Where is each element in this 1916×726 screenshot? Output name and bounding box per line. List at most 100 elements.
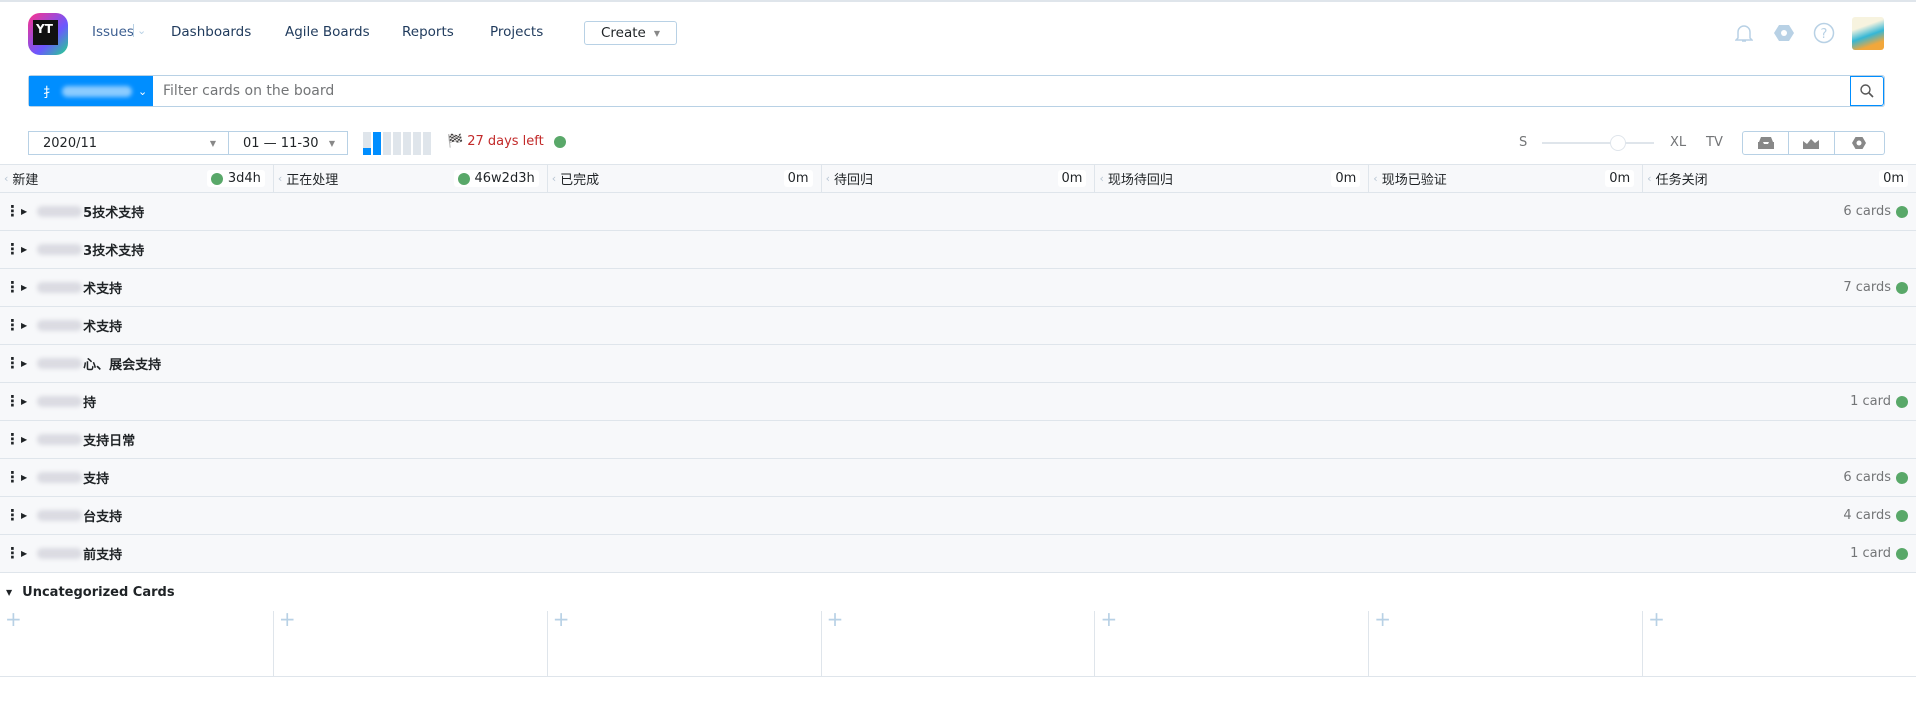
tv-mode-button[interactable]: TV	[1706, 135, 1723, 150]
drag-handle-icon[interactable]: ⋮	[5, 470, 20, 485]
expand-triangle-icon[interactable]: ▶	[21, 359, 27, 368]
size-small-label[interactable]: S	[1519, 135, 1527, 150]
caret-down-icon: ▼	[209, 138, 216, 148]
drag-handle-icon[interactable]: ⋮	[5, 432, 20, 447]
expand-triangle-icon[interactable]: ▶	[21, 549, 27, 558]
nav-reports[interactable]: Reports	[402, 24, 454, 40]
drag-handle-icon[interactable]: ⋮	[5, 394, 20, 409]
sprint-day-bar	[413, 132, 421, 155]
flag-icon: 🏁	[447, 134, 464, 149]
add-card-cell[interactable]: +	[1094, 609, 1368, 676]
expand-triangle-icon[interactable]: ▶	[21, 207, 27, 216]
card-count: 6 cards	[1843, 204, 1908, 219]
drag-handle-icon[interactable]: ⋮	[5, 508, 20, 523]
add-card-icon[interactable]: +	[279, 607, 296, 631]
swimlane-row[interactable]: ⋮ ▶ 支持日常	[0, 421, 1916, 459]
swimlane-label: 支持日常	[83, 434, 136, 449]
sprint-select[interactable]: 2020/11 ▼	[28, 131, 229, 155]
nav-issues[interactable]: Issues	[92, 24, 134, 40]
add-card-cell[interactable]: +	[546, 609, 821, 676]
collapse-column-icon[interactable]: ‹	[278, 172, 282, 185]
logo[interactable]: YT	[28, 13, 68, 55]
swimlane-row[interactable]: ⋮ ▶ 台支持 4 cards	[0, 497, 1916, 535]
uncategorized-section: ▼ Uncategorized Cards + + + + + + +	[0, 573, 1916, 677]
uncategorized-header[interactable]: ▼ Uncategorized Cards	[0, 573, 1916, 611]
swimlane-row[interactable]: ⋮ ▶ 支持 6 cards	[0, 459, 1916, 497]
column-header[interactable]: ‹ 现场待回归 0m	[1094, 165, 1368, 192]
column-header[interactable]: ‹ 正在处理 46w2d3h	[272, 165, 547, 192]
swimlane-title: 5技术支持	[37, 202, 144, 221]
add-card-icon[interactable]: +	[1374, 607, 1391, 631]
sprint-range-select[interactable]: 01 — 11-30 ▼	[228, 131, 348, 155]
chart-button[interactable]	[1788, 131, 1835, 155]
expand-triangle-icon[interactable]: ▶	[21, 511, 27, 520]
swimlane-row[interactable]: ⋮ ▶ 持 1 card	[0, 383, 1916, 421]
settings-icon[interactable]	[1771, 20, 1797, 46]
help-icon[interactable]: ?	[1811, 20, 1837, 46]
project-selector[interactable]: 扌 ⌄	[29, 76, 153, 106]
column-header[interactable]: ‹ 待回归 0m	[820, 165, 1095, 192]
column-header[interactable]: ‹ 现场已验证 0m	[1368, 165, 1642, 192]
drag-handle-icon[interactable]: ⋮	[5, 280, 20, 295]
swimlane-row[interactable]: ⋮ ▶ 3技术支持	[0, 231, 1916, 269]
board-settings-button[interactable]	[1834, 131, 1885, 155]
collapse-column-icon[interactable]: ‹	[552, 172, 556, 185]
drag-handle-icon[interactable]: ⋮	[5, 242, 20, 257]
add-card-icon[interactable]: +	[827, 607, 844, 631]
column-time-value: 0m	[787, 171, 809, 186]
add-card-icon[interactable]: +	[1100, 607, 1117, 631]
issues-dropdown-icon[interactable]: ⌄	[133, 24, 146, 37]
drag-handle-icon[interactable]: ⋮	[5, 356, 20, 371]
add-card-icon[interactable]: +	[5, 607, 22, 631]
drag-handle-icon[interactable]: ⋮	[5, 318, 20, 333]
swimlane-label: 支持	[83, 472, 110, 487]
collapse-column-icon[interactable]: ‹	[1647, 172, 1651, 185]
burndown-chart-icon	[1803, 139, 1819, 149]
size-large-label[interactable]: XL	[1670, 135, 1686, 150]
nav-dashboards[interactable]: Dashboards	[171, 24, 251, 40]
collapse-column-icon[interactable]: ‹	[1099, 172, 1103, 185]
expand-triangle-icon[interactable]: ▶	[21, 435, 27, 444]
collapse-column-icon[interactable]: ‹	[4, 172, 8, 185]
create-button[interactable]: Create ▼	[584, 21, 677, 45]
add-card-cell[interactable]: +	[1642, 609, 1916, 676]
add-card-cell[interactable]: +	[1368, 609, 1642, 676]
expand-triangle-icon[interactable]: ▶	[21, 321, 27, 330]
column-header[interactable]: ‹ 新建 3d4h	[0, 165, 273, 192]
card-size-slider[interactable]	[1542, 142, 1654, 144]
column-header[interactable]: ‹ 已完成 0m	[546, 165, 821, 192]
add-card-cell[interactable]: +	[272, 609, 547, 676]
swimlane-row[interactable]: ⋮ ▶ 术支持	[0, 307, 1916, 345]
project-label: 扌	[43, 85, 57, 101]
add-card-cell[interactable]: +	[0, 609, 273, 676]
drag-handle-icon[interactable]: ⋮	[5, 204, 20, 219]
swimlanes: ⋮ ▶ 5技术支持 6 cards ⋮ ▶ 3技术支持 ⋮ ▶ 术支持 7 cards ⋮ ▶ 术支持 ⋮ ▶…	[0, 193, 1916, 573]
expand-triangle-icon[interactable]: ▶	[21, 397, 27, 406]
bell-icon[interactable]	[1731, 20, 1757, 46]
expand-triangle-icon[interactable]: ▶	[21, 245, 27, 254]
expand-triangle-icon[interactable]: ▶	[21, 473, 27, 482]
slider-thumb[interactable]	[1610, 135, 1627, 151]
avatar[interactable]	[1852, 17, 1884, 50]
card-count-text: 6 cards	[1843, 470, 1891, 485]
filter-input[interactable]	[153, 76, 1850, 106]
swimlane-row[interactable]: ⋮ ▶ 术支持 7 cards	[0, 269, 1916, 307]
add-card-cell[interactable]: +	[820, 609, 1095, 676]
add-card-icon[interactable]: +	[553, 607, 570, 631]
drag-handle-icon[interactable]: ⋮	[5, 546, 20, 561]
swimlane-row[interactable]: ⋮ ▶ 前支持 1 card	[0, 535, 1916, 573]
nav-projects[interactable]: Projects	[490, 24, 543, 40]
add-card-icon[interactable]: +	[1648, 607, 1665, 631]
column-time: 0m	[1879, 170, 1909, 187]
backlog-button[interactable]	[1742, 131, 1789, 155]
collapse-column-icon[interactable]: ‹	[826, 172, 830, 185]
swimlane-row[interactable]: ⋮ ▶ 心、展会支持	[0, 345, 1916, 383]
status-dot	[1896, 547, 1908, 560]
column-name: 现场已验证	[1381, 173, 1447, 188]
collapse-column-icon[interactable]: ‹	[1373, 172, 1377, 185]
search-button[interactable]	[1850, 76, 1884, 106]
expand-triangle-icon[interactable]: ▶	[21, 283, 27, 292]
nav-agile-boards[interactable]: Agile Boards	[285, 24, 370, 40]
column-header[interactable]: ‹ 任务关闭 0m	[1642, 165, 1916, 192]
swimlane-row[interactable]: ⋮ ▶ 5技术支持 6 cards	[0, 193, 1916, 231]
